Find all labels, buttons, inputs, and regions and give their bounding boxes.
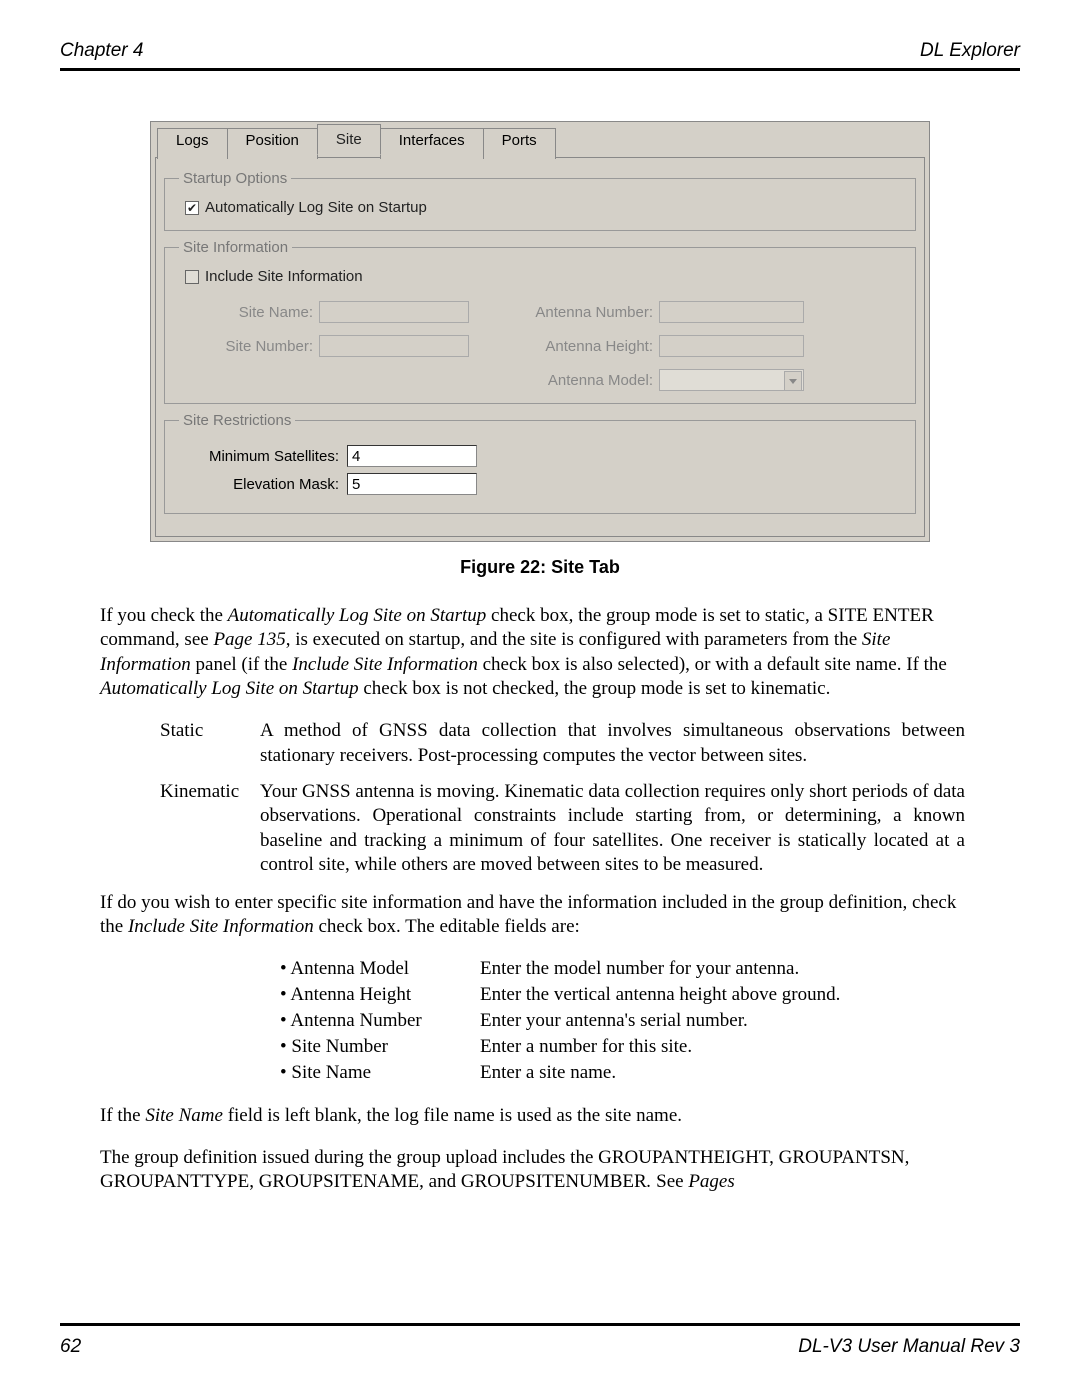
bottom-divider bbox=[60, 1323, 1020, 1326]
tab-interfaces[interactable]: Interfaces bbox=[380, 128, 484, 159]
list-item: • Site Name bbox=[280, 1062, 480, 1084]
antenna-model-combo[interactable] bbox=[659, 369, 804, 391]
elevation-mask-label: Elevation Mask: bbox=[199, 476, 339, 493]
static-desc: A method of GNSS data collection that in… bbox=[260, 719, 965, 768]
page-number: 62 bbox=[60, 1336, 81, 1358]
startup-options-legend: Startup Options bbox=[179, 170, 291, 187]
elevation-mask-field[interactable] bbox=[347, 473, 477, 495]
site-name-label: Site Name: bbox=[179, 304, 319, 321]
antenna-height-field[interactable] bbox=[659, 335, 804, 357]
paragraph-4: The group definition issued during the g… bbox=[100, 1146, 980, 1195]
tab-site[interactable]: Site bbox=[317, 124, 381, 155]
site-information-legend: Site Information bbox=[179, 239, 292, 256]
paragraph-1: If you check the Automatically Log Site … bbox=[100, 604, 980, 701]
header-right: DL Explorer bbox=[920, 40, 1020, 62]
definitions-block: Static A method of GNSS data collection … bbox=[160, 719, 965, 877]
auto-log-label: Automatically Log Site on Startup bbox=[205, 199, 427, 216]
paragraph-2: If do you wish to enter specific site in… bbox=[100, 891, 980, 940]
static-term: Static bbox=[160, 719, 260, 768]
figure-caption: Figure 22: Site Tab bbox=[60, 557, 1020, 578]
site-name-field[interactable] bbox=[319, 301, 469, 323]
auto-log-checkbox[interactable]: ✔ bbox=[185, 201, 199, 215]
tab-ports[interactable]: Ports bbox=[483, 128, 556, 159]
tab-position[interactable]: Position bbox=[227, 128, 318, 159]
site-number-field[interactable] bbox=[319, 335, 469, 357]
page-footer: 62 DL-V3 User Manual Rev 3 bbox=[60, 1336, 1020, 1358]
list-item: • Site Number bbox=[280, 1036, 480, 1058]
footer-right: DL-V3 User Manual Rev 3 bbox=[798, 1336, 1020, 1358]
min-satellites-label: Minimum Satellites: bbox=[199, 448, 339, 465]
min-satellites-field[interactable] bbox=[347, 445, 477, 467]
tab-panel: Startup Options ✔ Automatically Log Site… bbox=[155, 157, 925, 537]
site-information-group: Site Information Include Site Informatio… bbox=[164, 239, 916, 404]
editable-fields-list: • Antenna ModelEnter the model number fo… bbox=[280, 958, 970, 1084]
list-item: • Antenna Number bbox=[280, 1010, 480, 1032]
site-restrictions-group: Site Restrictions Minimum Satellites: El… bbox=[164, 412, 916, 514]
antenna-number-label: Antenna Number: bbox=[509, 304, 659, 321]
kinematic-desc: Your GNSS antenna is moving. Kinematic d… bbox=[260, 780, 965, 877]
antenna-height-label: Antenna Height: bbox=[509, 338, 659, 355]
include-site-info-label: Include Site Information bbox=[205, 268, 363, 285]
antenna-model-label: Antenna Model: bbox=[509, 372, 659, 389]
site-tab-dialog: Logs Position Site Interfaces Ports Star… bbox=[150, 121, 930, 542]
page-header: Chapter 4 DL Explorer bbox=[60, 40, 1020, 62]
header-left: Chapter 4 bbox=[60, 40, 143, 62]
antenna-number-field[interactable] bbox=[659, 301, 804, 323]
chevron-down-icon[interactable] bbox=[784, 371, 802, 391]
include-site-info-checkbox[interactable] bbox=[185, 270, 199, 284]
top-divider bbox=[60, 68, 1020, 71]
list-item: • Antenna Height bbox=[280, 984, 480, 1006]
tab-row: Logs Position Site Interfaces Ports bbox=[151, 122, 929, 157]
paragraph-3: If the Site Name field is left blank, th… bbox=[100, 1104, 980, 1128]
site-restrictions-legend: Site Restrictions bbox=[179, 412, 295, 429]
kinematic-term: Kinematic bbox=[160, 780, 260, 877]
list-item: • Antenna Model bbox=[280, 958, 480, 980]
tab-logs[interactable]: Logs bbox=[157, 128, 228, 159]
startup-options-group: Startup Options ✔ Automatically Log Site… bbox=[164, 170, 916, 231]
site-number-label: Site Number: bbox=[179, 338, 319, 355]
site-info-fields: Site Name: Antenna Number: Site Number: … bbox=[179, 301, 903, 391]
